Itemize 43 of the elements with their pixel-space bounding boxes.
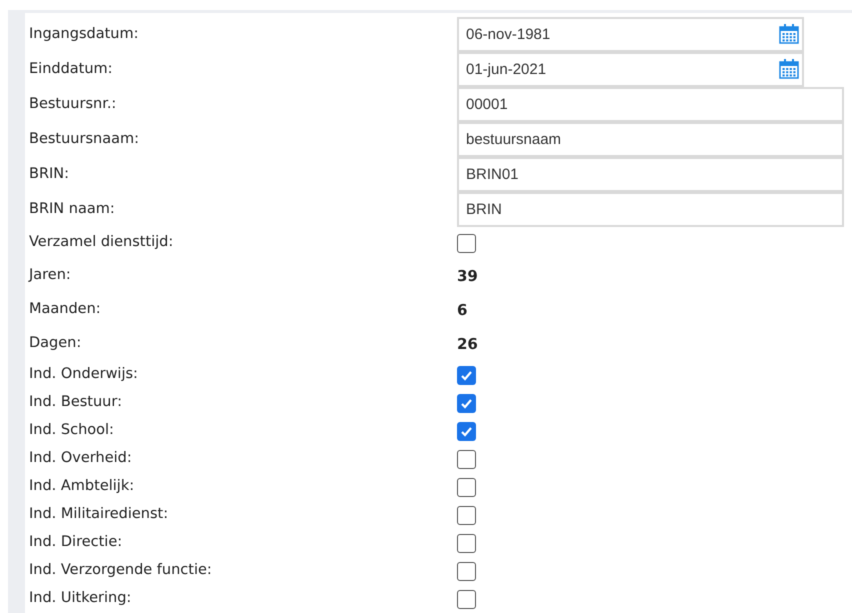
field-label: Ind. Bestuur: [29,393,123,412]
field-label: Ind. Directie: [29,533,124,552]
field-label: Ind. Uitkering: [29,589,132,608]
checkmark-icon [460,396,473,410]
field-label: Bestuursnaam: [29,130,140,149]
checkbox[interactable] [457,422,476,440]
input-field[interactable]: 00001 [457,87,844,122]
date-field[interactable]: 01-jun-2021 [457,52,804,87]
field-label: Ind. Onderwijs: [29,365,139,384]
field-label: Ind. School: [29,421,115,440]
checkbox[interactable] [457,534,476,552]
checkbox[interactable] [457,394,476,412]
checkbox[interactable] [457,366,476,384]
checkbox[interactable] [457,506,476,524]
checkbox[interactable] [457,234,476,252]
field-label: Bestuursnr.: [29,94,118,114]
field-label: Ind. Ambtelijk: [29,477,136,496]
calendar-icon[interactable] [778,58,800,80]
field-label: Ind. Overheid: [29,449,133,468]
field-label: Ingangsdatum: [29,24,140,44]
calendar-icon[interactable] [778,23,800,45]
date-field[interactable]: 06-nov-1981 [457,17,804,52]
input-field[interactable]: BRIN [457,192,844,227]
value-text: 39 [457,266,478,287]
field-label: Einddatum: [29,60,114,79]
field-label: BRIN: [29,164,70,184]
checkbox[interactable] [457,590,476,608]
input-field[interactable]: bestuursnaam [457,122,844,157]
input-field[interactable]: BRIN01 [457,157,844,192]
field-label: Verzamel diensttijd: [29,233,174,252]
checkmark-icon [460,424,473,438]
checkmark-icon [460,368,473,382]
value-text: 26 [457,334,478,355]
field-label: Maanden: [29,300,102,320]
checkbox[interactable] [457,562,476,580]
field-label: Jaren: [29,266,72,286]
field-label: BRIN naam: [29,200,116,219]
field-label: Ind. Verzorgende functie: [29,561,213,580]
field-label: Ind. Militairedienst: [29,505,170,524]
checkbox[interactable] [457,450,476,468]
value-text: 6 [457,300,468,321]
field-label: Dagen: [29,334,82,354]
checkbox[interactable] [457,478,476,496]
